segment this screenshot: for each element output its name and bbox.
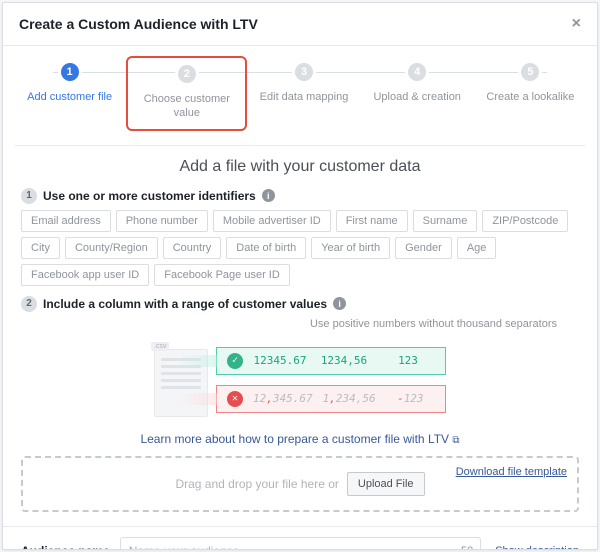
example-value: 12345.67 — [253, 354, 307, 367]
section-values: 2 Include a column with a range of custo… — [21, 296, 579, 312]
identifier-tag[interactable]: Date of birth — [226, 237, 306, 259]
example-value: -123 — [386, 392, 435, 405]
identifier-tag[interactable]: Mobile advertiser ID — [213, 210, 331, 232]
step-label: Add customer file — [27, 90, 112, 104]
identifier-tag[interactable]: City — [21, 237, 60, 259]
identifier-tag[interactable]: First name — [336, 210, 408, 232]
example-illustration: ✓ 12345.67 1234,56 123 ✕ 12,345.67 1,234… — [21, 336, 579, 424]
identifier-tag[interactable]: Phone number — [116, 210, 208, 232]
step-label: Edit data mapping — [260, 90, 349, 104]
identifier-tag[interactable]: Age — [457, 237, 497, 259]
learn-more-link[interactable]: Learn more about how to prepare a custom… — [140, 432, 459, 446]
example-value: 12,345.67 — [253, 392, 313, 405]
content: Add a file with your customer data 1 Use… — [3, 146, 597, 526]
example-good-row: ✓ 12345.67 1234,56 123 — [216, 347, 446, 375]
step-number: 3 — [292, 60, 316, 84]
step-label: Choose customer value — [139, 92, 234, 121]
step-add-customer-file[interactable]: 1 Add customer file — [13, 60, 126, 104]
step-create-lookalike[interactable]: 5 Create a lookalike — [474, 60, 587, 104]
identifier-tag[interactable]: Country — [163, 237, 222, 259]
section-identifiers: 1 Use one or more customer identifiers i — [21, 188, 579, 204]
section-label: Use one or more customer identifiers — [43, 189, 256, 203]
identifier-tag[interactable]: Surname — [413, 210, 478, 232]
step-upload-creation[interactable]: 4 Upload & creation — [361, 60, 474, 104]
step-number: 2 — [175, 62, 199, 86]
cross-icon: ✕ — [227, 391, 243, 407]
learn-more: Learn more about how to prepare a custom… — [21, 432, 579, 446]
example-value: 1,234,56 — [323, 392, 376, 405]
audience-name-input[interactable] — [120, 537, 482, 550]
identifier-tags: Email address Phone number Mobile advert… — [21, 210, 579, 286]
section-number: 1 — [21, 188, 37, 204]
modal: Create a Custom Audience with LTV × 1 Ad… — [2, 2, 598, 550]
char-count: 50 — [461, 545, 473, 550]
step-choose-customer-value[interactable]: 2 Choose customer value — [126, 56, 247, 131]
show-description-link[interactable]: Show description — [495, 545, 579, 550]
section-label: Include a column with a range of custome… — [43, 297, 327, 311]
step-number: 5 — [518, 60, 542, 84]
info-icon[interactable]: i — [333, 297, 346, 310]
identifier-tag[interactable]: Facebook app user ID — [21, 264, 149, 286]
page-title: Add a file with your customer data — [21, 158, 579, 176]
external-link-icon: ⧉ — [452, 435, 459, 446]
info-icon[interactable]: i — [262, 189, 275, 202]
dropzone-text: Drag and drop your file here or — [175, 477, 338, 491]
download-template-link[interactable]: Download file template — [456, 466, 567, 478]
identifier-tag[interactable]: Year of birth — [311, 237, 390, 259]
example-value: 1234,56 — [317, 354, 371, 367]
footer: Audience name 50 Show description — [3, 526, 597, 550]
audience-name-label: Audience name — [21, 544, 110, 550]
step-label: Upload & creation — [373, 90, 460, 104]
modal-title: Create a Custom Audience with LTV — [19, 16, 258, 32]
example-bad-row: ✕ 12,345.67 1,234,56 -123 — [216, 385, 446, 413]
identifier-tag[interactable]: ZIP/Postcode — [482, 210, 568, 232]
file-dropzone[interactable]: Download file template Drag and drop you… — [21, 456, 579, 512]
step-edit-data-mapping[interactable]: 3 Edit data mapping — [247, 60, 360, 104]
identifier-tag[interactable]: Facebook Page user ID — [154, 264, 290, 286]
identifier-tag[interactable]: Email address — [21, 210, 111, 232]
close-icon[interactable]: × — [572, 15, 581, 33]
upload-file-button[interactable]: Upload File — [347, 472, 425, 496]
modal-header: Create a Custom Audience with LTV × — [3, 3, 597, 46]
section-number: 2 — [21, 296, 37, 312]
check-icon: ✓ — [227, 353, 243, 369]
identifier-tag[interactable]: County/Region — [65, 237, 158, 259]
step-number: 1 — [58, 60, 82, 84]
example-value: 123 — [381, 354, 435, 367]
step-number: 4 — [405, 60, 429, 84]
stepper: 1 Add customer file 2 Choose customer va… — [3, 46, 597, 131]
step-label: Create a lookalike — [486, 90, 574, 104]
value-hint: Use positive numbers without thousand se… — [21, 318, 579, 330]
identifier-tag[interactable]: Gender — [395, 237, 452, 259]
